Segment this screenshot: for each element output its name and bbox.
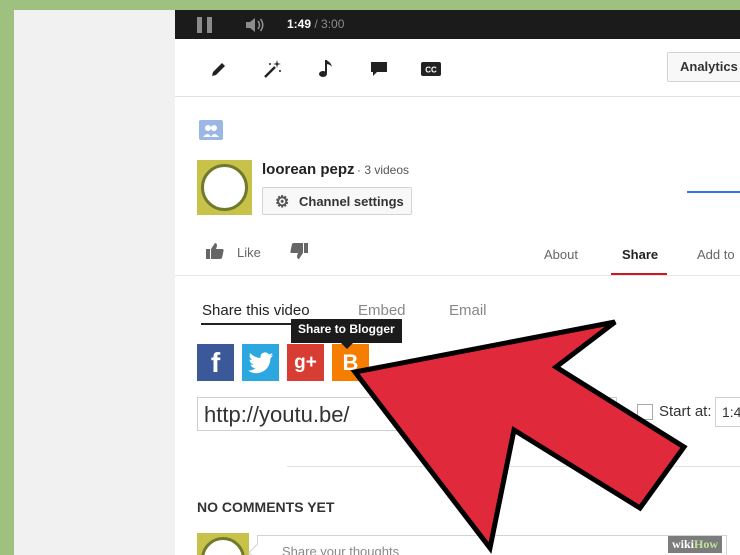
google-plus-share-button[interactable]: g+ [287, 344, 324, 381]
tab-email[interactable]: Email [449, 302, 487, 319]
tab-add-to[interactable]: Add to [697, 247, 735, 262]
facebook-icon: f [210, 346, 221, 378]
tab-embed[interactable]: Embed [358, 302, 406, 319]
channel-icon[interactable] [199, 120, 223, 140]
share-tooltip: Share to Blogger [291, 319, 402, 349]
like-label[interactable]: Like [237, 245, 261, 260]
thumbs-up-icon[interactable] [205, 242, 225, 265]
comments-heading: NO COMMENTS YET [197, 499, 335, 515]
analytics-button[interactable]: Analytics [667, 52, 740, 82]
captions-icon[interactable]: CC [419, 57, 443, 81]
thumbs-down-icon[interactable] [289, 242, 309, 265]
channel-settings-label: Channel settings [299, 194, 404, 209]
divider [175, 275, 740, 276]
twitter-icon [247, 351, 273, 373]
google-plus-icon: g+ [294, 351, 317, 373]
channel-name[interactable]: loorean pepz [262, 161, 355, 178]
start-at-input[interactable]: 1:4 [715, 397, 740, 427]
tab-share[interactable]: Share [622, 247, 658, 262]
gear-icon: ⚙ [275, 194, 290, 211]
video-page: 1:49 / 3:00 CC Analytics loorean pepz · … [175, 10, 740, 555]
share-url-input[interactable]: http://youtu.be/ [197, 397, 617, 431]
volume-icon[interactable] [245, 16, 267, 39]
blogger-icon: B [342, 349, 359, 375]
start-at-label: Start at: [659, 403, 712, 420]
time-display: 1:49 / 3:00 [287, 17, 344, 31]
tab-share-this-video[interactable]: Share this video [202, 302, 310, 319]
facebook-share-button[interactable]: f [197, 344, 234, 381]
divider [287, 466, 740, 467]
wikihow-watermark: wikiHow [668, 536, 723, 553]
svg-text:CC: CC [425, 66, 437, 75]
editor-toolbar: CC Analytics [175, 39, 740, 97]
comment-input[interactable]: Share your thoughts [257, 535, 727, 555]
twitter-share-button[interactable] [242, 344, 279, 381]
magic-wand-icon[interactable] [261, 57, 285, 81]
video-count: · 3 videos [357, 163, 410, 177]
start-at-checkbox[interactable] [637, 404, 653, 420]
pause-icon[interactable] [197, 17, 213, 33]
tab-about[interactable]: About [544, 247, 578, 262]
channel-settings-button[interactable]: ⚙ Channel settings [262, 187, 412, 215]
blogger-share-button[interactable]: B [332, 344, 369, 381]
duration: / 3:00 [314, 17, 345, 31]
music-note-icon[interactable] [314, 57, 338, 81]
channel-avatar[interactable] [197, 160, 252, 215]
view-progress-bar [687, 191, 740, 193]
commenter-avatar [197, 533, 249, 555]
current-time: 1:49 [287, 17, 312, 31]
pencil-icon[interactable] [207, 57, 231, 81]
left-panel [14, 10, 175, 555]
player-controls-bar: 1:49 / 3:00 [175, 10, 740, 39]
annotations-icon[interactable] [367, 57, 391, 81]
